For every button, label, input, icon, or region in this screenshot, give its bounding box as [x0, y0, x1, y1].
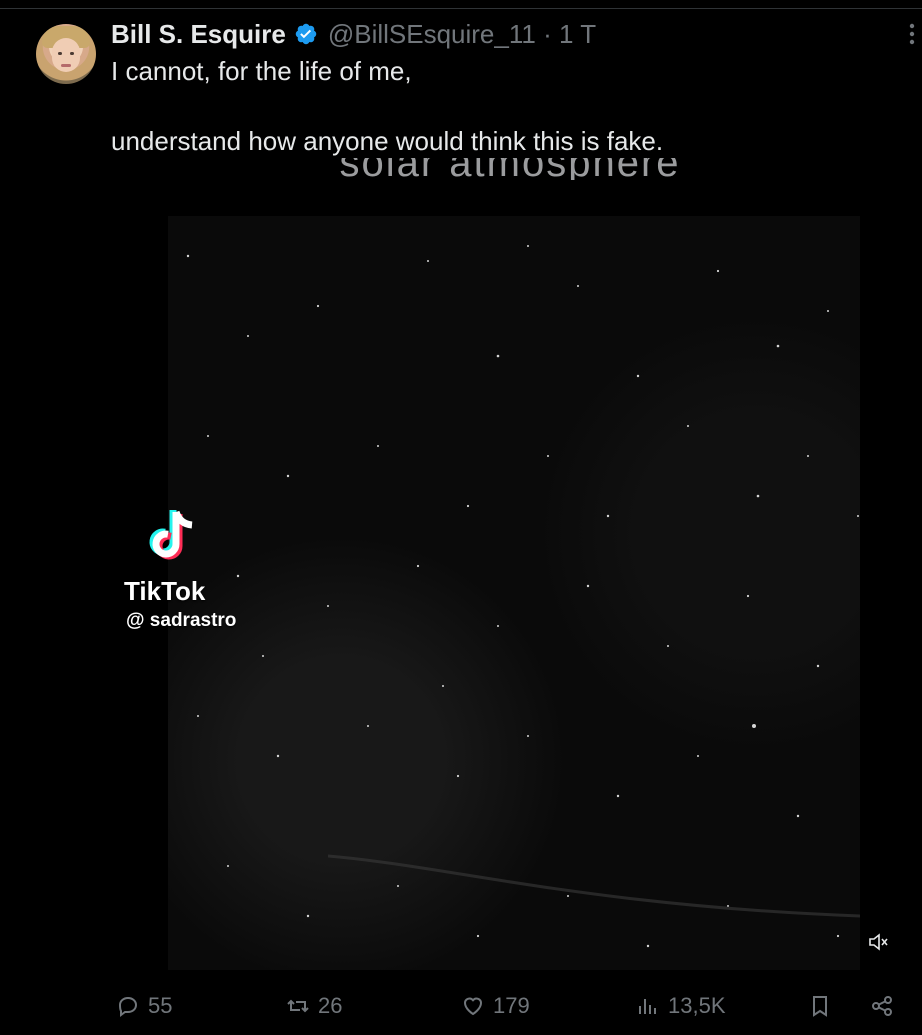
top-divider — [0, 8, 922, 9]
avatar[interactable] — [36, 24, 96, 84]
like-button[interactable]: 179 — [461, 988, 530, 1024]
avatar-mouth — [61, 64, 71, 67]
view-count: 13,5K — [668, 993, 726, 1018]
avatar-eye — [58, 52, 62, 55]
reply-button[interactable]: 55 — [116, 988, 172, 1024]
views-button[interactable]: 13,5K — [636, 988, 726, 1024]
author-name[interactable]: Bill S. Esquire — [111, 19, 286, 50]
video-player[interactable]: solar atmosphere TikTok @ sadrastro — [0, 158, 922, 970]
repost-icon — [287, 999, 309, 1013]
tweet-text-line-1: I cannot, for the life of me, — [111, 56, 412, 86]
video-caption-fragment: solar atmosphere — [339, 158, 681, 180]
share-button[interactable] — [870, 988, 894, 1024]
avatar-eye — [70, 52, 74, 55]
author-handle[interactable]: @BillSEsquire_11 · 1 T — [328, 19, 596, 50]
mute-icon[interactable] — [868, 932, 890, 952]
views-icon — [639, 999, 656, 1014]
like-count: 179 — [493, 993, 530, 1018]
handle-text[interactable]: @BillSEsquire_11 — [328, 19, 536, 49]
repost-count: 26 — [318, 993, 343, 1018]
tiktok-username: @ sadrastro — [126, 610, 237, 631]
separator-dot: · — [543, 18, 552, 49]
reply-icon — [118, 996, 138, 1017]
tweet-text-line-2: understand how anyone would think this i… — [111, 126, 664, 156]
verified-icon — [295, 23, 317, 45]
bookmark-button[interactable] — [808, 988, 832, 1024]
reply-count: 55 — [148, 993, 173, 1018]
tweet-header: Bill S. Esquire @BillSEsquire_11 · 1 T — [111, 18, 596, 50]
share-icon — [872, 996, 892, 1016]
more-icon[interactable] — [902, 22, 922, 50]
like-icon — [463, 997, 483, 1016]
tweet-age[interactable]: 1 T — [559, 19, 596, 49]
action-bar: 55 26 179 13,5K — [0, 988, 922, 1024]
tiktok-brand-text: TikTok — [124, 576, 206, 606]
repost-button[interactable]: 26 — [286, 988, 342, 1024]
bookmark-icon — [813, 996, 827, 1017]
